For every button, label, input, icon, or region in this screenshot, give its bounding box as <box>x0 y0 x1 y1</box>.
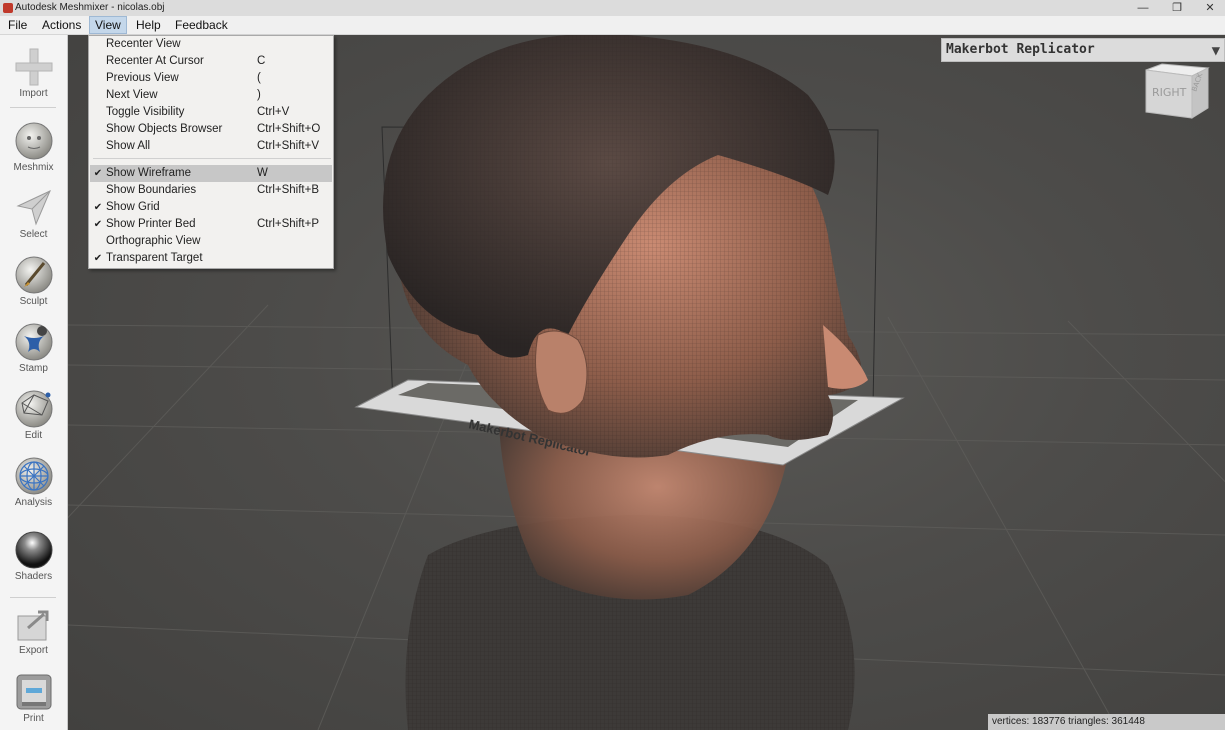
stamp-label: Stamp <box>19 363 48 374</box>
chrome-sphere-icon <box>14 530 54 570</box>
check-icon: ✔ <box>93 219 103 230</box>
menu-item-label: Show Grid <box>106 201 160 213</box>
menu-item-orthographic-view[interactable]: Orthographic View <box>90 233 332 250</box>
menu-separator <box>93 158 331 159</box>
menu-item-show-printer-bed[interactable]: ✔ Show Printer Bed Ctrl+Shift+P <box>90 216 332 233</box>
menu-item-shortcut: ( <box>257 72 261 84</box>
menu-item-shortcut: W <box>257 167 268 179</box>
menu-item-label: Show Printer Bed <box>106 218 196 230</box>
export-label: Export <box>19 645 48 656</box>
chevron-down-icon[interactable]: ▼ <box>1212 40 1220 62</box>
menu-item-label: Recenter View <box>106 38 181 50</box>
menu-item-recenter-view[interactable]: Recenter View <box>90 36 332 53</box>
menu-item-recenter-at-cursor[interactable]: Recenter At Cursor C <box>90 53 332 70</box>
viewcube-right-face: RIGHT <box>1152 86 1187 99</box>
menu-item-shortcut: Ctrl+Shift+B <box>257 184 319 196</box>
menu-item-label: Show Objects Browser <box>106 123 223 135</box>
view-cube[interactable]: RIGHT BACK <box>1140 62 1212 124</box>
menu-item-toggle-visibility[interactable]: Toggle Visibility Ctrl+V <box>90 104 332 121</box>
sidebar-divider <box>10 597 56 598</box>
menu-item-label: Transparent Target <box>106 252 203 264</box>
check-icon: ✔ <box>93 202 103 213</box>
shaders-tool[interactable]: Shaders <box>0 530 67 582</box>
analysis-label: Analysis <box>14 497 53 508</box>
mesh-sphere-icon <box>14 456 54 496</box>
menu-feedback[interactable]: Feedback <box>170 16 233 34</box>
plus-icon <box>14 47 54 87</box>
menu-actions[interactable]: Actions <box>37 16 86 34</box>
minimize-button[interactable]: — <box>1128 0 1158 16</box>
check-icon: ✔ <box>93 168 103 179</box>
export-tool[interactable]: Export <box>0 604 67 656</box>
meshmix-label: Meshmix <box>13 162 54 173</box>
printer-icon <box>14 672 54 712</box>
menu-item-show-grid[interactable]: ✔ Show Grid <box>90 199 332 216</box>
stamp-tool[interactable]: Stamp <box>0 322 67 374</box>
menu-help[interactable]: Help <box>131 16 166 34</box>
menu-item-label: Show All <box>106 140 151 152</box>
menu-item-label: Show Boundaries <box>106 184 197 196</box>
sidebar-divider <box>10 107 56 108</box>
sculpt-tool[interactable]: Sculpt <box>0 255 67 307</box>
window-title: Autodesk Meshmixer - nicolas.obj <box>15 2 165 13</box>
printer-select-dropdown[interactable]: Makerbot Replicator ▼ <box>941 38 1225 62</box>
menu-item-transparent-target[interactable]: ✔ Transparent Target <box>90 250 332 267</box>
bunny-icon <box>14 121 54 161</box>
tool-sidebar: Import Meshmix Select Sculpt Stamp Edit … <box>0 35 68 730</box>
menu-item-shortcut: C <box>257 55 266 67</box>
menu-item-show-boundaries[interactable]: Show Boundaries Ctrl+Shift+B <box>90 182 332 199</box>
menu-item-show-all[interactable]: Show All Ctrl+Shift+V <box>90 138 332 155</box>
check-icon: ✔ <box>93 253 103 264</box>
print-label: Print <box>23 713 44 724</box>
brush-icon <box>14 255 54 295</box>
menu-item-shortcut: Ctrl+Shift+V <box>257 140 319 152</box>
menu-file[interactable]: File <box>3 16 32 34</box>
title-bar: Autodesk Meshmixer - nicolas.obj — ❐ ✕ <box>0 0 1225 16</box>
menu-item-label: Previous View <box>106 72 179 84</box>
import-label: Import <box>19 88 48 99</box>
menu-item-shortcut: Ctrl+V <box>257 106 290 118</box>
meshmix-tool[interactable]: Meshmix <box>0 121 67 173</box>
select-tool[interactable]: Select <box>0 188 67 240</box>
maximize-button[interactable]: ❐ <box>1162 0 1192 16</box>
menu-bar: File Actions View Help Feedback <box>0 16 1225 35</box>
mesh-stats: vertices: 183776 triangles: 361448 <box>992 716 1145 727</box>
import-tool[interactable]: Import <box>0 47 67 99</box>
analysis-tool[interactable]: Analysis <box>0 456 67 508</box>
select-label: Select <box>19 229 48 240</box>
view-menu-dropdown: Recenter View Recenter At Cursor C Previ… <box>88 35 334 269</box>
print-tool[interactable]: Print <box>0 672 67 724</box>
edit-sphere-icon <box>14 389 54 429</box>
edit-tool[interactable]: Edit <box>0 389 67 441</box>
menu-item-label: Toggle Visibility <box>106 106 185 118</box>
sculpt-label: Sculpt <box>19 296 48 307</box>
stamp-icon <box>14 322 54 362</box>
menu-item-show-wireframe[interactable]: ✔ Show Wireframe W <box>90 165 332 182</box>
cursor-arrow-icon <box>14 188 54 228</box>
menu-item-shortcut: Ctrl+Shift+P <box>257 218 319 230</box>
menu-item-shortcut: Ctrl+Shift+O <box>257 123 321 135</box>
shaders-label: Shaders <box>14 571 53 582</box>
export-icon <box>14 604 54 644</box>
close-button[interactable]: ✕ <box>1195 0 1225 16</box>
menu-item-label: Recenter At Cursor <box>106 55 204 67</box>
meshmixer-app-icon <box>3 3 13 13</box>
menu-item-shortcut: ) <box>257 89 261 101</box>
menu-item-previous-view[interactable]: Previous View ( <box>90 70 332 87</box>
menu-item-label: Orthographic View <box>106 235 201 247</box>
printer-select-value: Makerbot Replicator <box>946 42 1095 57</box>
status-bar: vertices: 183776 triangles: 361448 <box>988 714 1225 730</box>
edit-label: Edit <box>24 430 43 441</box>
menu-item-label: Next View <box>106 89 158 101</box>
menu-view[interactable]: View <box>89 16 127 34</box>
ear-mesh <box>535 330 588 414</box>
menu-item-next-view[interactable]: Next View ) <box>90 87 332 104</box>
menu-item-show-objects-browser[interactable]: Show Objects Browser Ctrl+Shift+O <box>90 121 332 138</box>
menu-item-label: Show Wireframe <box>106 167 191 179</box>
